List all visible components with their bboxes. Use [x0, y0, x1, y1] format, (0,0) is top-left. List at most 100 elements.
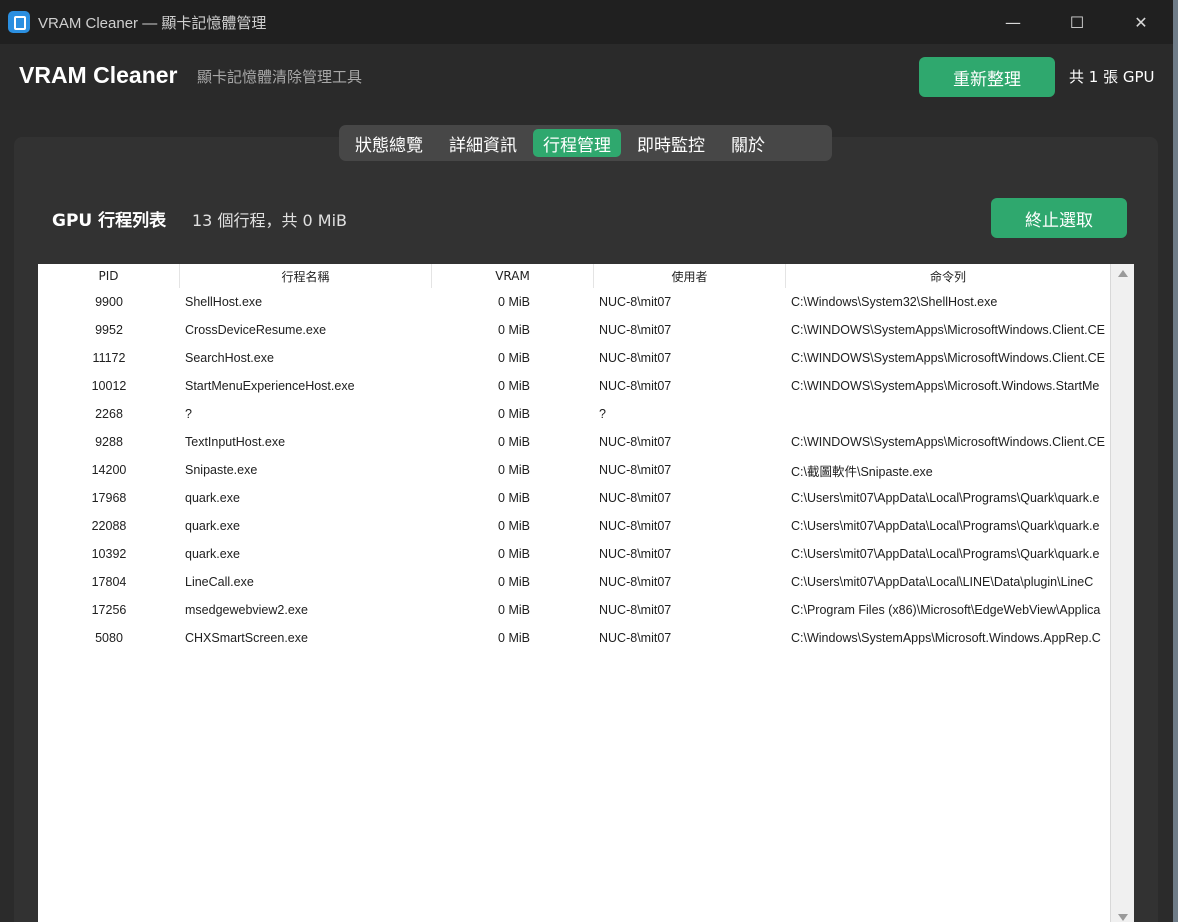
- cell-process-name: Snipaste.exe: [185, 463, 258, 477]
- cell-command-line: C:\Users\mit07\AppData\Local\LINE\Data\p…: [791, 575, 1094, 589]
- cell-user: NUC-8\mit07: [599, 519, 672, 533]
- cell-vram: 0 MiB: [498, 323, 530, 337]
- column-header-user[interactable]: 使用者: [594, 264, 786, 288]
- kill-selected-button[interactable]: 終止選取: [991, 198, 1127, 238]
- cell-vram: 0 MiB: [498, 407, 530, 421]
- tab-overview[interactable]: 狀態總覽: [345, 129, 433, 157]
- cell-vram: 0 MiB: [498, 491, 530, 505]
- app-subtitle: 顯卡記憶體清除管理工具: [197, 68, 363, 86]
- cell-user: NUC-8\mit07: [599, 323, 672, 337]
- cell-process-name: ?: [185, 407, 192, 421]
- cell-user: NUC-8\mit07: [599, 295, 672, 309]
- cell-process-name: CHXSmartScreen.exe: [185, 631, 308, 645]
- cell-user: NUC-8\mit07: [599, 379, 672, 393]
- app-window: VRAM Cleaner — 顯卡記憶體管理 — ☐ ✕ VRAM Cleane…: [0, 0, 1173, 922]
- close-button[interactable]: ✕: [1109, 0, 1173, 44]
- cell-pid: 9900: [95, 295, 123, 309]
- column-header-command-line[interactable]: 命令列: [786, 264, 1110, 288]
- table-row[interactable]: 17968 quark.exe 0 MiB NUC-8\mit07 C:\Users\m…: [38, 484, 1110, 512]
- cell-vram: 0 MiB: [498, 379, 530, 393]
- cell-user: NUC-8\mit07: [599, 435, 672, 449]
- cell-pid: 17256: [91, 603, 127, 617]
- cell-pid: 10392: [91, 547, 127, 561]
- cell-process-name: quark.exe: [185, 519, 240, 533]
- vertical-scrollbar[interactable]: [1110, 264, 1134, 922]
- cell-vram: 0 MiB: [498, 435, 530, 449]
- scroll-up-arrow-icon[interactable]: [1118, 270, 1128, 277]
- table-row[interactable]: 10012 StartMenuExperienceHost.exe 0 MiB NUC…: [38, 372, 1110, 400]
- cell-process-name: quark.exe: [185, 547, 240, 561]
- cell-pid: 17968: [91, 491, 127, 505]
- column-header-vram[interactable]: VRAM: [432, 264, 594, 288]
- table-row[interactable]: 9952 CrossDeviceResume.exe 0 MiB NUC-8\mit0…: [38, 316, 1110, 344]
- cell-command-line: C:\截圖軟件\Snipaste.exe: [791, 464, 933, 479]
- process-list-title: GPU 行程列表: [52, 211, 167, 231]
- cell-command-line: C:\WINDOWS\SystemApps\MicrosoftWindows.C…: [791, 351, 1105, 365]
- desktop-background: [1173, 0, 1178, 922]
- cell-pid: 9288: [95, 435, 123, 449]
- cell-command-line: C:\WINDOWS\SystemApps\MicrosoftWindows.C…: [791, 435, 1105, 449]
- tab-about[interactable]: 關於: [721, 129, 775, 157]
- cell-vram: 0 MiB: [498, 295, 530, 309]
- cell-command-line: C:\Users\mit07\AppData\Local\Programs\Qu…: [791, 519, 1100, 533]
- cell-pid: 9952: [95, 323, 123, 337]
- cell-process-name: CrossDeviceResume.exe: [185, 323, 327, 337]
- table-body: 9900 ShellHost.exe 0 MiB NUC-8\mit07 C:\Wind…: [38, 288, 1110, 652]
- cell-pid: 11172: [92, 351, 126, 365]
- table-header: PID 行程名稱 VRAM 使用者 命令列: [38, 264, 1110, 288]
- cell-user: NUC-8\mit07: [599, 547, 672, 561]
- table-row[interactable]: 5080 CHXSmartScreen.exe 0 MiB NUC-8\mit07 C:…: [38, 624, 1110, 652]
- cell-vram: 0 MiB: [498, 463, 530, 477]
- scroll-down-arrow-icon[interactable]: [1118, 914, 1128, 921]
- column-header-process-name[interactable]: 行程名稱: [180, 264, 432, 288]
- cell-command-line: C:\WINDOWS\SystemApps\MicrosoftWindows.C…: [791, 323, 1105, 337]
- cell-process-name: TextInputHost.exe: [185, 435, 286, 449]
- title-bar[interactable]: VRAM Cleaner — 顯卡記憶體管理 — ☐ ✕: [0, 0, 1173, 44]
- column-header-pid[interactable]: PID: [38, 264, 180, 288]
- table-row[interactable]: 17804 LineCall.exe 0 MiB NUC-8\mit07 C:\User…: [38, 568, 1110, 596]
- maximize-button[interactable]: ☐: [1045, 0, 1109, 44]
- cell-process-name: ShellHost.exe: [185, 295, 263, 309]
- tab-live-monitor[interactable]: 即時監控: [627, 129, 715, 157]
- window-controls: — ☐ ✕: [981, 0, 1173, 44]
- tab-bar: 狀態總覽 詳細資訊 行程管理 即時監控 關於: [339, 125, 832, 161]
- cell-pid: 22088: [91, 519, 127, 533]
- cell-user: NUC-8\mit07: [599, 463, 672, 477]
- process-table[interactable]: PID 行程名稱 VRAM 使用者 命令列 9900 ShellHost.exe 0…: [38, 264, 1134, 922]
- cell-vram: 0 MiB: [498, 351, 530, 365]
- cell-command-line: C:\Windows\System32\ShellHost.exe: [791, 295, 998, 309]
- cell-pid: 5080: [95, 631, 123, 645]
- cell-vram: 0 MiB: [498, 519, 530, 533]
- tab-details[interactable]: 詳細資訊: [439, 129, 527, 157]
- cell-user: NUC-8\mit07: [599, 603, 672, 617]
- table-row[interactable]: 11172 SearchHost.exe 0 MiB NUC-8\mit07 C:\WI…: [38, 344, 1110, 372]
- table-row[interactable]: 9288 TextInputHost.exe 0 MiB NUC-8\mit07 C:\…: [38, 428, 1110, 456]
- cell-command-line: C:\Users\mit07\AppData\Local\Programs\Qu…: [791, 491, 1100, 505]
- cell-user: ?: [599, 407, 606, 421]
- window-title: VRAM Cleaner — 顯卡記憶體管理: [38, 14, 267, 32]
- cell-pid: 17804: [91, 575, 127, 589]
- cell-process-name: StartMenuExperienceHost.exe: [185, 379, 355, 393]
- cell-command-line: C:\Users\mit07\AppData\Local\Programs\Qu…: [791, 547, 1100, 561]
- table-row[interactable]: 17256 msedgewebview2.exe 0 MiB NUC-8\mit07 C…: [38, 596, 1110, 624]
- cell-vram: 0 MiB: [498, 547, 530, 561]
- cell-command-line: C:\WINDOWS\SystemApps\Microsoft.Windows.…: [791, 379, 1100, 393]
- tab-process-management[interactable]: 行程管理: [533, 129, 621, 157]
- table-row[interactable]: 10392 quark.exe 0 MiB NUC-8\mit07 C:\Users\m…: [38, 540, 1110, 568]
- app-name: VRAM Cleaner: [19, 62, 178, 88]
- cell-pid: 10012: [91, 379, 127, 393]
- minimize-button[interactable]: —: [981, 0, 1045, 44]
- cell-command-line: C:\Windows\SystemApps\Microsoft.Windows.…: [791, 631, 1101, 645]
- table-row[interactable]: 14200 Snipaste.exe 0 MiB NUC-8\mit07 C:\截圖軟件…: [38, 456, 1110, 484]
- cell-command-line: C:\Program Files (x86)\Microsoft\EdgeWeb…: [791, 603, 1101, 617]
- app-logo-icon: [8, 11, 30, 33]
- cell-vram: 0 MiB: [498, 603, 530, 617]
- cell-user: NUC-8\mit07: [599, 631, 672, 645]
- cell-user: NUC-8\mit07: [599, 351, 672, 365]
- process-summary: 13 個行程，共 0 MiB: [192, 211, 348, 230]
- table-row[interactable]: 9900 ShellHost.exe 0 MiB NUC-8\mit07 C:\Wind…: [38, 288, 1110, 316]
- table-row[interactable]: 2268? 0 MiB?: [38, 400, 1110, 428]
- app-header: VRAM Cleaner 顯卡記憶體清除管理工具 重新整理 共 1 張 GPU: [0, 44, 1173, 110]
- table-row[interactable]: 22088 quark.exe 0 MiB NUC-8\mit07 C:\Users\m…: [38, 512, 1110, 540]
- refresh-button[interactable]: 重新整理: [919, 57, 1055, 97]
